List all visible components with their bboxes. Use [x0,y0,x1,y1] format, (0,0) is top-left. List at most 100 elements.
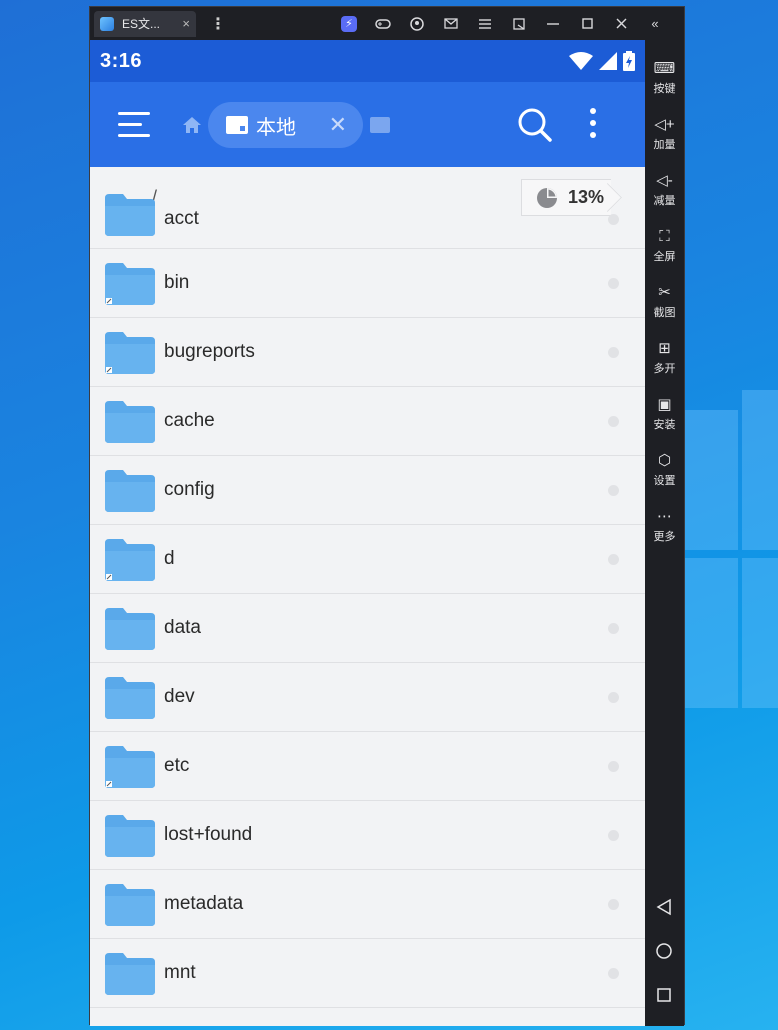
file-name: bin [164,272,190,293]
file-row[interactable]: data [90,594,645,663]
file-name: data [164,617,201,638]
select-indicator[interactable] [608,346,619,358]
file-name: metadata [164,893,244,914]
file-name: acct [164,208,199,229]
file-row[interactable]: lost+found [90,801,645,870]
file-row[interactable]: mnt [90,939,645,1008]
battery-icon [623,51,635,71]
sidebar-item-keyboard[interactable]: ⌨ 按键 [645,58,684,96]
sidebar-item-multi-instance[interactable]: ⊞ 多开 [645,338,684,376]
hamburger-icon[interactable] [468,7,502,40]
maximize-icon[interactable] [570,7,604,40]
location-label: 本地 [256,116,296,139]
tab-title: ES文... [122,17,161,31]
apk-install-icon: ▣ [657,396,672,413]
close-location-icon[interactable]: ✕ [329,112,347,138]
select-indicator[interactable] [608,898,619,910]
emulator-sidebar: ⌨ 按键 ◁+ 加量 ◁- 减量 ⛶ 全屏 ✂ 截图 ⊞ 多开 ▣ 安装 ⬡ 设置 ⋯ 更多 [645,40,684,1026]
overflow-menu-icon[interactable] [590,108,598,144]
signal-icon [599,52,617,70]
sidebar-item-scissors[interactable]: ✂ 截图 [645,282,684,320]
mail-icon[interactable] [434,7,468,40]
popout-icon[interactable] [502,7,536,40]
file-name: config [164,479,215,500]
sdcard-icon[interactable] [370,117,390,133]
file-name: dev [164,686,195,707]
emulator-titlebar: ES文... × ⋮ ⚡ « [90,7,684,40]
select-indicator[interactable] [608,622,619,634]
close-icon[interactable] [604,7,638,40]
app-tab[interactable]: ES文... × [94,10,196,37]
file-list: acct bin bugreports cache config d data dev etc l… [90,190,645,1008]
sidebar-item-more[interactable]: ⋯ 更多 [645,506,684,544]
fullscreen-icon: ⛶ [659,228,670,245]
sidebar-item-label: 按键 [653,83,676,95]
sidebar-item-label: 减量 [653,195,676,207]
back-nav-icon[interactable] [655,898,673,916]
storage-usage-value: 13% [568,187,605,207]
select-indicator[interactable] [608,213,619,225]
select-indicator[interactable] [608,484,619,496]
select-indicator[interactable] [608,691,619,703]
wifi-icon [569,52,593,70]
sidebar-item-settings[interactable]: ⬡ 设置 [645,450,684,488]
folder-icon [105,194,155,236]
home-icon[interactable] [182,116,202,134]
desktop-background [678,390,778,1030]
select-indicator[interactable] [608,415,619,427]
account-icon[interactable] [400,7,434,40]
sidebar-item-volume-down[interactable]: ◁- 减量 [645,170,684,208]
file-row[interactable]: etc [90,732,645,801]
folder-icon [105,677,155,719]
folder-icon [105,470,155,512]
file-row[interactable]: acct [90,190,645,249]
file-row[interactable]: d [90,525,645,594]
tab-menu-icon[interactable]: ⋮ [210,14,226,34]
file-name: mnt [164,962,196,983]
status-clock: 3:16 [100,49,143,72]
android-status-bar: 3:16 [90,40,645,82]
file-name: lost+found [164,824,253,845]
emulator-window: ES文... × ⋮ ⚡ « 3:16 本地 ✕ / 13% acct bin … [89,6,685,1026]
recents-nav-icon[interactable] [655,986,673,1004]
sidebar-item-label: 全屏 [653,251,676,263]
tab-close-icon[interactable]: × [182,16,190,31]
home-nav-icon[interactable] [655,942,673,960]
sidebar-item-label: 多开 [653,363,676,375]
more-icon: ⋯ [657,508,672,525]
sidebar-item-apk-install[interactable]: ▣ 安装 [645,394,684,432]
file-row[interactable]: metadata [90,870,645,939]
folder-icon [105,401,155,443]
file-name: etc [164,755,190,776]
file-row[interactable]: config [90,456,645,525]
location-chip[interactable]: 本地 ✕ [208,102,363,148]
folder-icon [105,332,155,374]
file-row[interactable]: dev [90,663,645,732]
select-indicator[interactable] [608,760,619,772]
settings-icon: ⬡ [657,452,672,469]
multi-instance-icon: ⊞ [658,340,671,357]
sidebar-item-label: 截图 [653,307,676,319]
sidebar-item-volume-up[interactable]: ◁+ 加量 [645,114,684,152]
file-row[interactable]: bugreports [90,318,645,387]
minimize-icon[interactable] [536,7,570,40]
select-indicator[interactable] [608,277,619,289]
collapse-sidebar-icon[interactable]: « [638,7,672,40]
file-name: d [164,548,175,569]
folder-icon [105,539,155,581]
volume-down-icon: ◁- [656,172,673,189]
select-indicator[interactable] [608,967,619,979]
file-row[interactable]: cache [90,387,645,456]
search-icon[interactable] [518,108,552,142]
select-indicator[interactable] [608,829,619,841]
boost-icon[interactable]: ⚡ [332,7,366,40]
scissors-icon: ✂ [658,284,671,301]
keyboard-icon: ⌨ [653,60,676,77]
storage-icon [226,116,248,134]
sidebar-item-fullscreen[interactable]: ⛶ 全屏 [645,226,684,264]
hamburger-menu-button[interactable] [118,112,150,138]
file-row[interactable]: bin [90,249,645,318]
folder-icon [105,608,155,650]
gamepad-icon[interactable] [366,7,400,40]
select-indicator[interactable] [608,553,619,565]
